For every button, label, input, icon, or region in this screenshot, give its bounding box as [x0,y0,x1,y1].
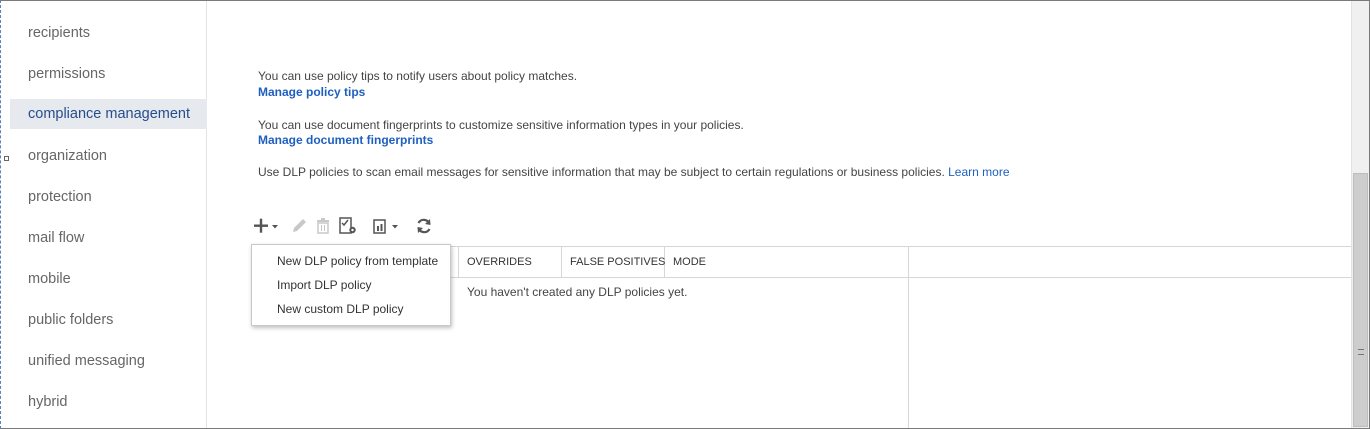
delete-button[interactable] [312,215,334,237]
dlp-description-text: Use DLP policies to scan email messages … [258,165,945,179]
grip-icon [1358,349,1364,355]
sidebar-nav: recipients permissions compliance manage… [2,1,207,428]
pencil-icon [293,219,306,232]
sidebar-item-organization[interactable]: organization [10,141,207,171]
report-dropdown-button[interactable] [370,215,404,237]
column-header-overrides[interactable]: OVERRIDES [458,247,562,277]
plus-icon [254,218,278,233]
vertical-scrollbar[interactable] [1351,1,1369,428]
details-pane-divider [908,277,909,428]
sidebar-item-unified-messaging[interactable]: unified messaging [10,346,207,376]
sidebar-item-hybrid[interactable]: hybrid [10,387,207,417]
new-policy-dropdown-menu: New DLP policy from template Import DLP … [251,244,451,326]
learn-more-link[interactable]: Learn more [948,165,1009,179]
sidebar-item-recipients[interactable]: recipients [10,18,207,48]
manage-document-fingerprints-link[interactable]: Manage document fingerprints [258,133,433,147]
refresh-icon [417,218,431,234]
checklist-gear-icon [339,217,356,234]
dlp-description: Use DLP policies to scan email messages … [258,165,1010,179]
app-window: recipients permissions compliance manage… [0,0,1370,429]
menu-item-new-dlp-from-template[interactable]: New DLP policy from template [252,249,450,273]
policy-tips-text: You can use policy tips to notify users … [258,69,578,83]
sidebar-item-protection[interactable]: protection [10,182,207,212]
sidebar-item-public-folders[interactable]: public folders [10,305,207,335]
manage-policy-tips-link[interactable]: Manage policy tips [258,85,365,99]
sidebar-item-mail-flow[interactable]: mail flow [10,223,207,253]
sidebar-item-permissions[interactable]: permissions [10,59,207,89]
selection-handle [4,156,9,161]
sidebar-item-compliance-management[interactable]: compliance management [10,99,207,129]
menu-item-import-dlp-policy[interactable]: Import DLP policy [252,273,450,297]
menu-item-new-custom-dlp-policy[interactable]: New custom DLP policy [252,297,450,321]
empty-grid-message: You haven't created any DLP policies yet… [467,285,688,299]
trash-icon [317,218,329,234]
toolbar [252,213,452,241]
manage-policy-button[interactable] [336,215,360,237]
sidebar-item-mobile[interactable]: mobile [10,264,207,294]
fingerprints-text: You can use document fingerprints to cus… [258,118,744,132]
main-content: You can use policy tips to notify users … [208,1,1351,428]
scrollbar-thumb[interactable] [1353,173,1368,427]
column-header-mode[interactable]: MODE [665,247,909,277]
refresh-button[interactable] [412,215,436,237]
column-header-false-positives[interactable]: FALSE POSITIVES [562,247,665,277]
report-icon [373,219,398,234]
edit-button[interactable] [288,215,310,237]
new-dropdown-button[interactable] [252,215,284,237]
